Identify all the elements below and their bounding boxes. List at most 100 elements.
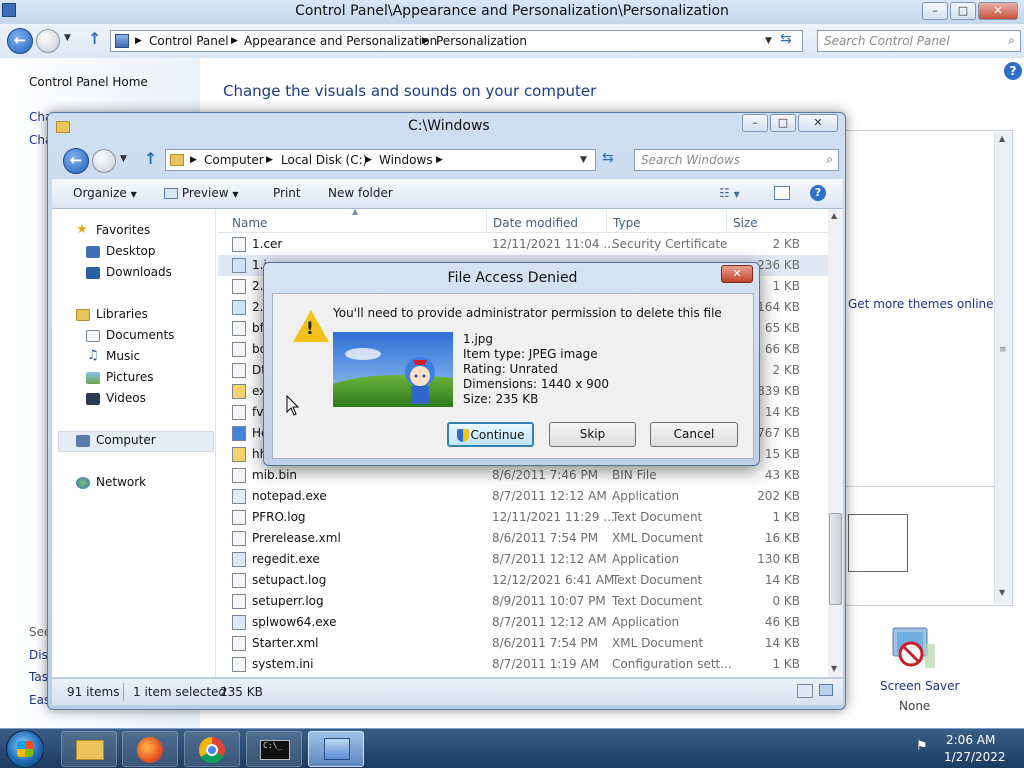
taskbar-firefox[interactable] xyxy=(122,731,178,767)
scroll-up-icon[interactable]: ▲ xyxy=(831,211,837,220)
nav-computer[interactable]: Computer xyxy=(96,433,156,447)
explorer-up-arrow-icon[interactable]: ↑ xyxy=(144,149,157,168)
help-icon[interactable]: ? xyxy=(1004,62,1022,80)
nav-downloads[interactable]: Downloads xyxy=(106,265,172,279)
file-list-scrollbar[interactable]: ▲ ▼ xyxy=(828,209,843,677)
screen-saver-icon[interactable] xyxy=(889,626,937,672)
address-dropdown-icon[interactable]: ▼ xyxy=(765,36,772,46)
explorer-search[interactable]: Search Windows ⌕ xyxy=(634,149,839,171)
taskbar-chrome[interactable] xyxy=(184,731,240,767)
dialog-close-button[interactable]: ✕ xyxy=(721,265,753,283)
scroll-down-icon[interactable]: ▼ xyxy=(999,588,1005,597)
column-separator[interactable] xyxy=(486,211,487,231)
maximize-button[interactable]: □ xyxy=(950,2,976,20)
minimize-button[interactable]: – xyxy=(922,2,948,20)
preview-button[interactable]: Preview ▼ xyxy=(164,186,239,200)
breadcrumb-sep-icon: ▶ xyxy=(365,155,372,165)
explorer-recent-chevron-icon[interactable]: ▼ xyxy=(120,154,127,164)
file-row[interactable]: notepad.exe 8/7/2011 12:12 AM Application 2… xyxy=(218,486,828,507)
file-row[interactable]: Starter.xml 8/6/2011 7:54 PM XML Document 1… xyxy=(218,633,828,654)
organize-button[interactable]: Organize ▼ xyxy=(73,186,137,200)
continue-button[interactable]: Continue xyxy=(447,422,534,447)
column-size[interactable]: Size xyxy=(733,216,758,230)
file-size: 2 KB xyxy=(772,237,800,251)
taskbar-control-panel[interactable] xyxy=(308,731,364,767)
file-row[interactable]: system.ini 8/7/2011 1:19 AM Configuration … xyxy=(218,654,828,675)
search-icon[interactable]: ⌕ xyxy=(1008,33,1015,48)
up-arrow-icon[interactable]: ↑ xyxy=(88,29,101,48)
nav-favorites[interactable]: Favorites xyxy=(96,223,150,237)
back-button[interactable]: ← xyxy=(7,28,33,54)
scrollbar-thumb[interactable] xyxy=(829,513,842,605)
nav-music[interactable]: Music xyxy=(106,349,140,363)
get-more-themes-link[interactable]: Get more themes online xyxy=(848,297,994,311)
close-button[interactable]: ✕ xyxy=(978,2,1018,20)
search-icon[interactable]: ⌕ xyxy=(826,152,833,167)
nav-network[interactable]: Network xyxy=(96,475,146,489)
action-center-icon[interactable]: ⚑ xyxy=(916,739,928,754)
screen-saver-link[interactable]: Screen Saver xyxy=(880,679,959,693)
chevron-down-icon: ▼ xyxy=(130,190,137,199)
nav-videos[interactable]: Videos xyxy=(106,391,146,405)
nav-pictures[interactable]: Pictures xyxy=(106,370,154,384)
file-row[interactable]: mib.bin 8/6/2011 7:46 PM BIN File 43 KB xyxy=(218,465,828,486)
breadcrumb-local-disk[interactable]: Local Disk (C:) xyxy=(281,153,367,167)
nav-desktop[interactable]: Desktop xyxy=(106,244,156,258)
nav-libraries[interactable]: Libraries xyxy=(96,307,148,321)
breadcrumb-appearance[interactable]: Appearance and Personalization xyxy=(244,34,437,48)
new-folder-button[interactable]: New folder xyxy=(328,186,393,200)
file-thumbnail xyxy=(333,332,453,407)
clock-time[interactable]: 2:06 AM xyxy=(946,733,995,747)
column-name[interactable]: Name xyxy=(232,216,267,230)
column-date-modified[interactable]: Date modified xyxy=(493,216,578,230)
help-icon[interactable]: ? xyxy=(810,185,826,201)
breadcrumb-control-panel[interactable]: Control Panel xyxy=(149,34,229,48)
skip-button[interactable]: Skip xyxy=(549,422,636,447)
details-view-icon[interactable] xyxy=(797,684,813,698)
start-button[interactable] xyxy=(6,730,44,768)
explorer-address-bar[interactable]: ▶ Computer ▶ Local Disk (C:) ▶ Windows ▶… xyxy=(165,149,596,171)
explorer-title: C:\Windows xyxy=(408,118,490,134)
file-row[interactable]: regedit.exe 8/7/2011 12:12 AM Application 1… xyxy=(218,549,828,570)
clock-date[interactable]: 1/27/2022 xyxy=(944,750,1006,764)
view-options-icon[interactable]: ☷ ▼ xyxy=(719,186,740,200)
recent-pages-chevron-icon[interactable]: ▼ xyxy=(64,33,71,43)
preview-pane-icon[interactable] xyxy=(774,186,790,200)
column-separator[interactable] xyxy=(606,211,607,231)
explorer-refresh-icon[interactable]: ⇆ xyxy=(602,150,614,166)
large-icons-view-icon[interactable] xyxy=(819,684,833,696)
scroll-up-icon[interactable]: ▲ xyxy=(999,134,1005,143)
file-row[interactable]: 1.cer 12/11/2021 11:04 ... Security Certif… xyxy=(218,234,828,255)
breadcrumb-computer[interactable]: Computer xyxy=(204,153,264,167)
taskbar-explorer[interactable] xyxy=(61,731,117,767)
column-type[interactable]: Type xyxy=(613,216,641,230)
file-row[interactable]: setuperr.log 8/9/2011 10:07 PM Text Docume… xyxy=(218,591,828,612)
cancel-button[interactable]: Cancel xyxy=(650,422,738,447)
refresh-icon[interactable]: ⇆ xyxy=(780,31,792,47)
file-row[interactable]: PFRO.log 12/11/2021 11:29 ... Text Documen… xyxy=(218,507,828,528)
print-button[interactable]: Print xyxy=(273,186,301,200)
address-bar[interactable]: ▶ Control Panel ▶ Appearance and Persona… xyxy=(110,30,803,52)
file-row[interactable]: splwow64.exe 8/7/2011 12:12 AM Application… xyxy=(218,612,828,633)
file-row[interactable]: setupact.log 12/12/2021 6:41 AM Text Docum… xyxy=(218,570,828,591)
taskbar-link[interactable]: Tas xyxy=(29,670,48,684)
file-date: 12/12/2021 6:41 AM xyxy=(492,573,615,587)
scroll-down-icon[interactable]: ▼ xyxy=(831,664,837,673)
forward-button[interactable] xyxy=(36,29,60,53)
taskbar-cmd[interactable]: C:\_ xyxy=(246,731,302,767)
explorer-minimize-button[interactable]: – xyxy=(742,114,768,132)
window-color-preview[interactable] xyxy=(848,514,908,572)
control-panel-search[interactable]: Search Control Panel ⌕ xyxy=(817,30,1021,52)
explorer-maximize-button[interactable]: □ xyxy=(770,114,796,132)
breadcrumb-windows[interactable]: Windows xyxy=(379,153,433,167)
control-panel-home-link[interactable]: Control Panel Home xyxy=(29,75,148,89)
explorer-forward-button[interactable] xyxy=(92,149,116,173)
nav-documents[interactable]: Documents xyxy=(106,328,174,342)
explorer-close-button[interactable]: ✕ xyxy=(798,114,838,132)
breadcrumb-personalization[interactable]: Personalization xyxy=(436,34,527,48)
explorer-back-button[interactable]: ← xyxy=(63,148,89,174)
file-row[interactable]: Prerelease.xml 8/6/2011 7:54 PM XML Docume… xyxy=(218,528,828,549)
themes-scrollbar[interactable]: ▲ ≡ ▼ xyxy=(994,132,1012,604)
column-separator[interactable] xyxy=(726,211,727,231)
explorer-address-dropdown-icon[interactable]: ▼ xyxy=(580,155,587,165)
